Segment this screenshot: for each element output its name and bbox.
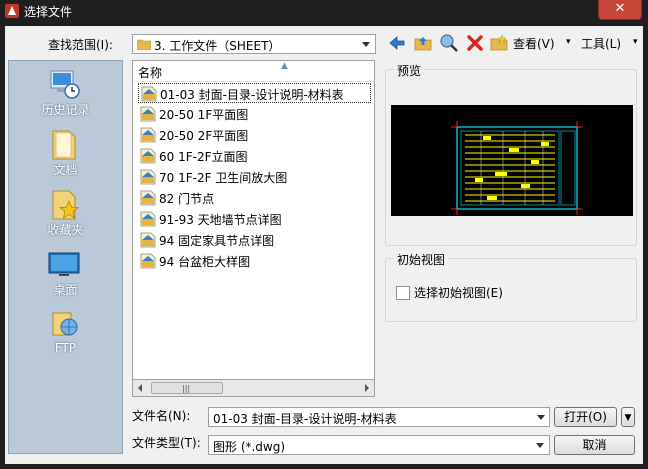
new-folder-icon[interactable] <box>489 33 509 53</box>
file-name: 70 1F-2F 卫生间放大图 <box>159 171 288 185</box>
file-name: 94 固定家具节点详图 <box>159 234 275 248</box>
view-dropdown-icon[interactable]: ▾ <box>566 37 571 47</box>
file-name: 60 1F-2F立面图 <box>159 150 248 164</box>
desktop-icon <box>48 252 80 276</box>
dwg-file-icon <box>140 190 156 206</box>
file-name: 82 门节点 <box>159 192 215 206</box>
place-label: FTP <box>54 341 77 355</box>
file-name: 20-50 2F平面图 <box>159 129 249 143</box>
tools-menu[interactable]: 工具(L) <box>581 35 621 52</box>
place-documents[interactable]: 文档 <box>9 125 122 183</box>
file-list-item[interactable]: 94 固定家具节点详图 <box>138 230 371 250</box>
history-icon <box>50 70 80 99</box>
dwg-file-icon <box>140 253 156 269</box>
dwg-file-icon <box>140 232 156 248</box>
chevron-down-icon[interactable] <box>533 438 547 452</box>
filetype-combo[interactable]: 图形 (*.dwg) <box>208 435 550 455</box>
file-name: 20-50 1F平面图 <box>159 108 249 122</box>
close-button[interactable]: ✕ <box>598 0 642 20</box>
back-icon[interactable] <box>387 33 407 53</box>
place-label: 收藏夹 <box>47 223 84 237</box>
place-label: 文档 <box>53 163 78 177</box>
dwg-file-icon <box>140 127 156 143</box>
file-list-item[interactable]: 70 1F-2F 卫生间放大图 <box>138 167 371 187</box>
file-list-item[interactable]: 94 台盆柜大样图 <box>138 251 371 271</box>
place-desktop[interactable]: 桌面 <box>9 245 122 303</box>
file-list-item[interactable]: 01-03 封面-目录-设计说明-材料表 <box>138 83 371 103</box>
initial-view-group: 初始视图 选择初始视图(E) <box>385 251 637 322</box>
tools-dropdown-icon[interactable]: ▾ <box>633 37 638 47</box>
delete-icon[interactable] <box>465 33 485 53</box>
dwg-file-icon <box>140 169 156 185</box>
place-label: 历史记录 <box>41 103 90 117</box>
dwg-file-icon <box>140 148 156 164</box>
filetype-value: 图形 (*.dwg) <box>213 440 286 454</box>
toolbar: 查看(V) ▾ 工具(L) ▾ <box>385 31 643 55</box>
file-list-item[interactable]: 20-50 1F平面图 <box>138 104 371 124</box>
favorites-folder-icon <box>52 190 79 220</box>
folder-icon <box>137 39 151 50</box>
preview-group: 预览 <box>385 62 637 246</box>
dialog-client-area: 查找范围(I): 3. 工作文件（SHEET） 查看(V) ▾ 工具(L) ▾ … <box>5 26 643 464</box>
drawing-preview-image <box>391 105 633 216</box>
dwg-file-icon <box>140 211 156 227</box>
places-sidebar: 历史记录 文档 收藏夹 桌面 FTP <box>8 60 123 454</box>
preview-title: 预览 <box>394 62 425 79</box>
file-list-item[interactable]: 20-50 2F平面图 <box>138 125 371 145</box>
sort-ascending-icon: ▲ <box>281 61 288 71</box>
lookin-label: 查找范围(I): <box>48 38 113 52</box>
app-icon <box>5 4 19 18</box>
file-dialog-window: 选择文件 ✕ 查找范围(I): 3. 工作文件（SHEET） 查看(V) ▾ 工… <box>0 0 648 469</box>
file-list-item[interactable]: 91-93 天地墙节点详图 <box>138 209 371 229</box>
lookin-value: 3. 工作文件（SHEET） <box>154 39 281 53</box>
horizontal-scrollbar[interactable]: ||| <box>132 380 375 397</box>
file-name: 94 台盆柜大样图 <box>159 255 251 269</box>
place-history[interactable]: 历史记录 <box>9 65 122 123</box>
view-menu[interactable]: 查看(V) <box>513 35 555 52</box>
chevron-down-icon: ▼ <box>624 413 632 423</box>
filename-input[interactable]: 01-03 封面-目录-设计说明-材料表 <box>208 407 550 427</box>
search-web-icon[interactable] <box>439 33 459 53</box>
filename-history-dropdown[interactable] <box>534 409 548 425</box>
scroll-right-icon[interactable] <box>365 384 369 392</box>
select-initial-view-checkbox[interactable] <box>396 286 410 300</box>
place-label: 桌面 <box>53 283 78 297</box>
scroll-thumb[interactable]: ||| <box>151 382 223 394</box>
file-list[interactable]: 名称 ▲ 01-03 封面-目录-设计说明-材料表 20-50 1F平面图 20-5… <box>132 60 375 380</box>
cancel-button[interactable]: 取消 <box>554 435 635 455</box>
grip-icon: ||| <box>182 384 191 393</box>
filename-value: 01-03 封面-目录-设计说明-材料表 <box>213 412 397 426</box>
ftp-icon <box>52 312 78 336</box>
filetype-label: 文件类型(T): <box>132 436 201 450</box>
scroll-left-icon[interactable] <box>138 384 142 392</box>
up-folder-icon[interactable] <box>413 33 433 53</box>
file-name: 91-93 天地墙节点详图 <box>159 213 282 227</box>
dwg-file-icon <box>140 106 156 122</box>
documents-folder-icon <box>52 130 76 160</box>
initial-view-title: 初始视图 <box>394 251 449 268</box>
chevron-down-icon[interactable] <box>359 37 373 51</box>
column-header-name[interactable]: 名称 ▲ <box>133 61 374 82</box>
file-name: 01-03 封面-目录-设计说明-材料表 <box>160 88 344 102</box>
dwg-file-icon <box>141 86 157 102</box>
place-ftp[interactable]: FTP <box>9 305 122 363</box>
filename-label: 文件名(N): <box>132 409 191 423</box>
open-options-button[interactable]: ▼ <box>621 407 635 427</box>
lookin-combo[interactable]: 3. 工作文件（SHEET） <box>132 34 376 54</box>
file-list-item[interactable]: 60 1F-2F立面图 <box>138 146 371 166</box>
title-bar[interactable]: 选择文件 ✕ <box>0 0 648 22</box>
select-initial-view-label[interactable]: 选择初始视图(E) <box>414 284 503 301</box>
place-favorites[interactable]: 收藏夹 <box>9 185 122 243</box>
window-title: 选择文件 <box>24 5 73 19</box>
file-list-item[interactable]: 82 门节点 <box>138 188 371 208</box>
open-button[interactable]: 打开(O) <box>554 407 617 427</box>
column-name-label: 名称 <box>138 66 163 80</box>
chevron-down-icon[interactable] <box>534 410 548 424</box>
